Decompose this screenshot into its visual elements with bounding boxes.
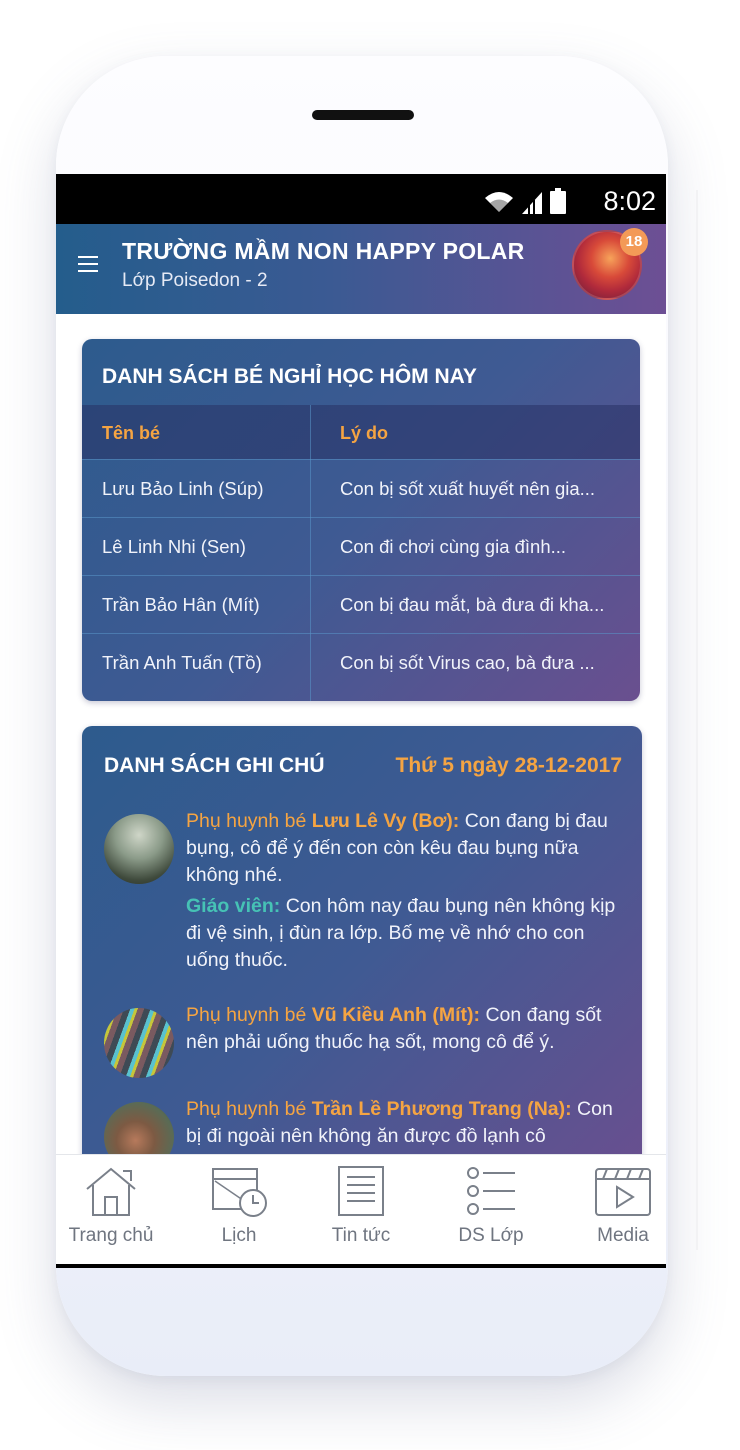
- home-icon: [86, 1167, 136, 1216]
- wifi-icon: [485, 192, 513, 212]
- notes-card: DANH SÁCH GHI CHÚ Thứ 5 ngày 28-12-2017 …: [82, 726, 642, 1186]
- class-name: Lớp Poisedon - 2: [122, 270, 268, 291]
- status-icons: [484, 188, 566, 214]
- nav-label: Trang chủ: [68, 1225, 154, 1246]
- phone-side-edge: [696, 190, 698, 1250]
- child-name: Vũ Kiều Anh (Mít):: [311, 1004, 481, 1026]
- app-header: TRƯỜNG MẦM NON HAPPY POLAR Lớp Poisedon …: [56, 224, 666, 314]
- notes-date: Thứ 5 ngày 28-12-2017: [395, 754, 622, 777]
- parent-avatar: [104, 1008, 174, 1078]
- reason-cell: Con bị sốt Virus cao, bà đưa ...: [340, 652, 595, 673]
- notes-title: DANH SÁCH GHI CHÚ: [104, 754, 325, 777]
- child-name-cell: Lê Linh Nhi (Sen): [102, 536, 246, 557]
- note-text: Phụ huynh bé Lưu Lê Vy (Bơ): Con đang bị…: [186, 808, 622, 974]
- nav-label: Media: [597, 1225, 649, 1246]
- child-name: Lưu Lê Vy (Bơ):: [311, 810, 460, 832]
- nav-label: Lịch: [221, 1225, 257, 1246]
- signal-icon: [522, 192, 542, 214]
- table-row[interactable]: Lưu Bảo Linh (Súp) Con bị sốt xuất huyết…: [82, 459, 640, 517]
- child-name: Trần Lề Phương Trang (Na):: [311, 1098, 572, 1120]
- phone-speaker: [312, 110, 414, 120]
- class-list-icon: [467, 1167, 515, 1215]
- parent-label: Phụ huynh bé: [186, 1098, 307, 1120]
- nav-item-news[interactable]: Tin tức: [300, 1165, 422, 1261]
- column-header-name: Tên bé: [102, 423, 161, 443]
- hamburger-menu-icon[interactable]: [78, 256, 98, 272]
- nav-item-calendar[interactable]: Lịch: [178, 1165, 300, 1261]
- reason-cell: Con bị đau mắt, bà đưa đi kha...: [340, 594, 605, 615]
- notification-badge: 18: [620, 228, 648, 256]
- parent-avatar: [104, 814, 174, 884]
- child-name-cell: Trần Anh Tuấn (Tồ): [102, 652, 262, 673]
- parent-label: Phụ huynh bé: [186, 810, 307, 832]
- teacher-label: Giáo viên:: [186, 895, 281, 917]
- child-name-cell: Trần Bảo Hân (Mít): [102, 594, 260, 615]
- nav-label: Tin tức: [331, 1225, 391, 1246]
- table-header: Tên bé Lý do: [82, 405, 640, 459]
- screen-bottom-edge: [56, 1264, 666, 1268]
- status-time: 8:02: [603, 186, 656, 216]
- note-text: Phụ huynh bé Trần Lề Phương Trang (Na): …: [186, 1096, 622, 1150]
- status-bar: 8:02: [56, 174, 666, 224]
- child-name-cell: Lưu Bảo Linh (Súp): [102, 478, 264, 499]
- note-text: Phụ huynh bé Vũ Kiều Anh (Mít): Con đang…: [186, 1002, 622, 1056]
- media-icon: [595, 1168, 651, 1216]
- user-avatar-button[interactable]: 18: [572, 228, 648, 302]
- battery-icon: [550, 188, 566, 214]
- column-header-reason: Lý do: [340, 423, 388, 443]
- absence-title: DANH SÁCH BÉ NGHỈ HỌC HÔM NAY: [102, 365, 477, 388]
- column-divider: [310, 405, 311, 701]
- absence-table: Tên bé Lý do Lưu Bảo Linh (Súp) Con bị s…: [82, 405, 640, 701]
- nav-item-class-list[interactable]: DS Lớp: [430, 1165, 552, 1261]
- news-icon: [338, 1166, 384, 1216]
- nav-label: DS Lớp: [458, 1225, 524, 1246]
- teacher-reply: Giáo viên: Con hôm nay đau bụng nên khôn…: [186, 893, 622, 974]
- bottom-navigation: Trang chủ Lịch Tin tức DS Lớp Media: [56, 1154, 666, 1264]
- phone-screen: 8:02 TRƯỜNG MẦM NON HAPPY POLAR Lớp Pois…: [56, 174, 666, 1268]
- calendar-icon: [212, 1168, 267, 1217]
- table-row[interactable]: Trần Bảo Hân (Mít) Con bị đau mắt, bà đư…: [82, 575, 640, 633]
- nav-item-media[interactable]: Media: [562, 1165, 666, 1261]
- nav-item-home[interactable]: Trang chủ: [56, 1165, 172, 1261]
- absence-card: DANH SÁCH BÉ NGHỈ HỌC HÔM NAY Tên bé Lý …: [82, 339, 640, 701]
- reason-cell: Con đi chơi cùng gia đình...: [340, 536, 567, 557]
- reason-cell: Con bị sốt xuất huyết nên gia...: [340, 478, 596, 499]
- school-name: TRƯỜNG MẦM NON HAPPY POLAR: [122, 238, 525, 264]
- table-row[interactable]: Lê Linh Nhi (Sen) Con đi chơi cùng gia đ…: [82, 517, 640, 575]
- parent-label: Phụ huynh bé: [186, 1004, 307, 1026]
- table-row[interactable]: Trần Anh Tuấn (Tồ) Con bị sốt Virus cao,…: [82, 633, 640, 691]
